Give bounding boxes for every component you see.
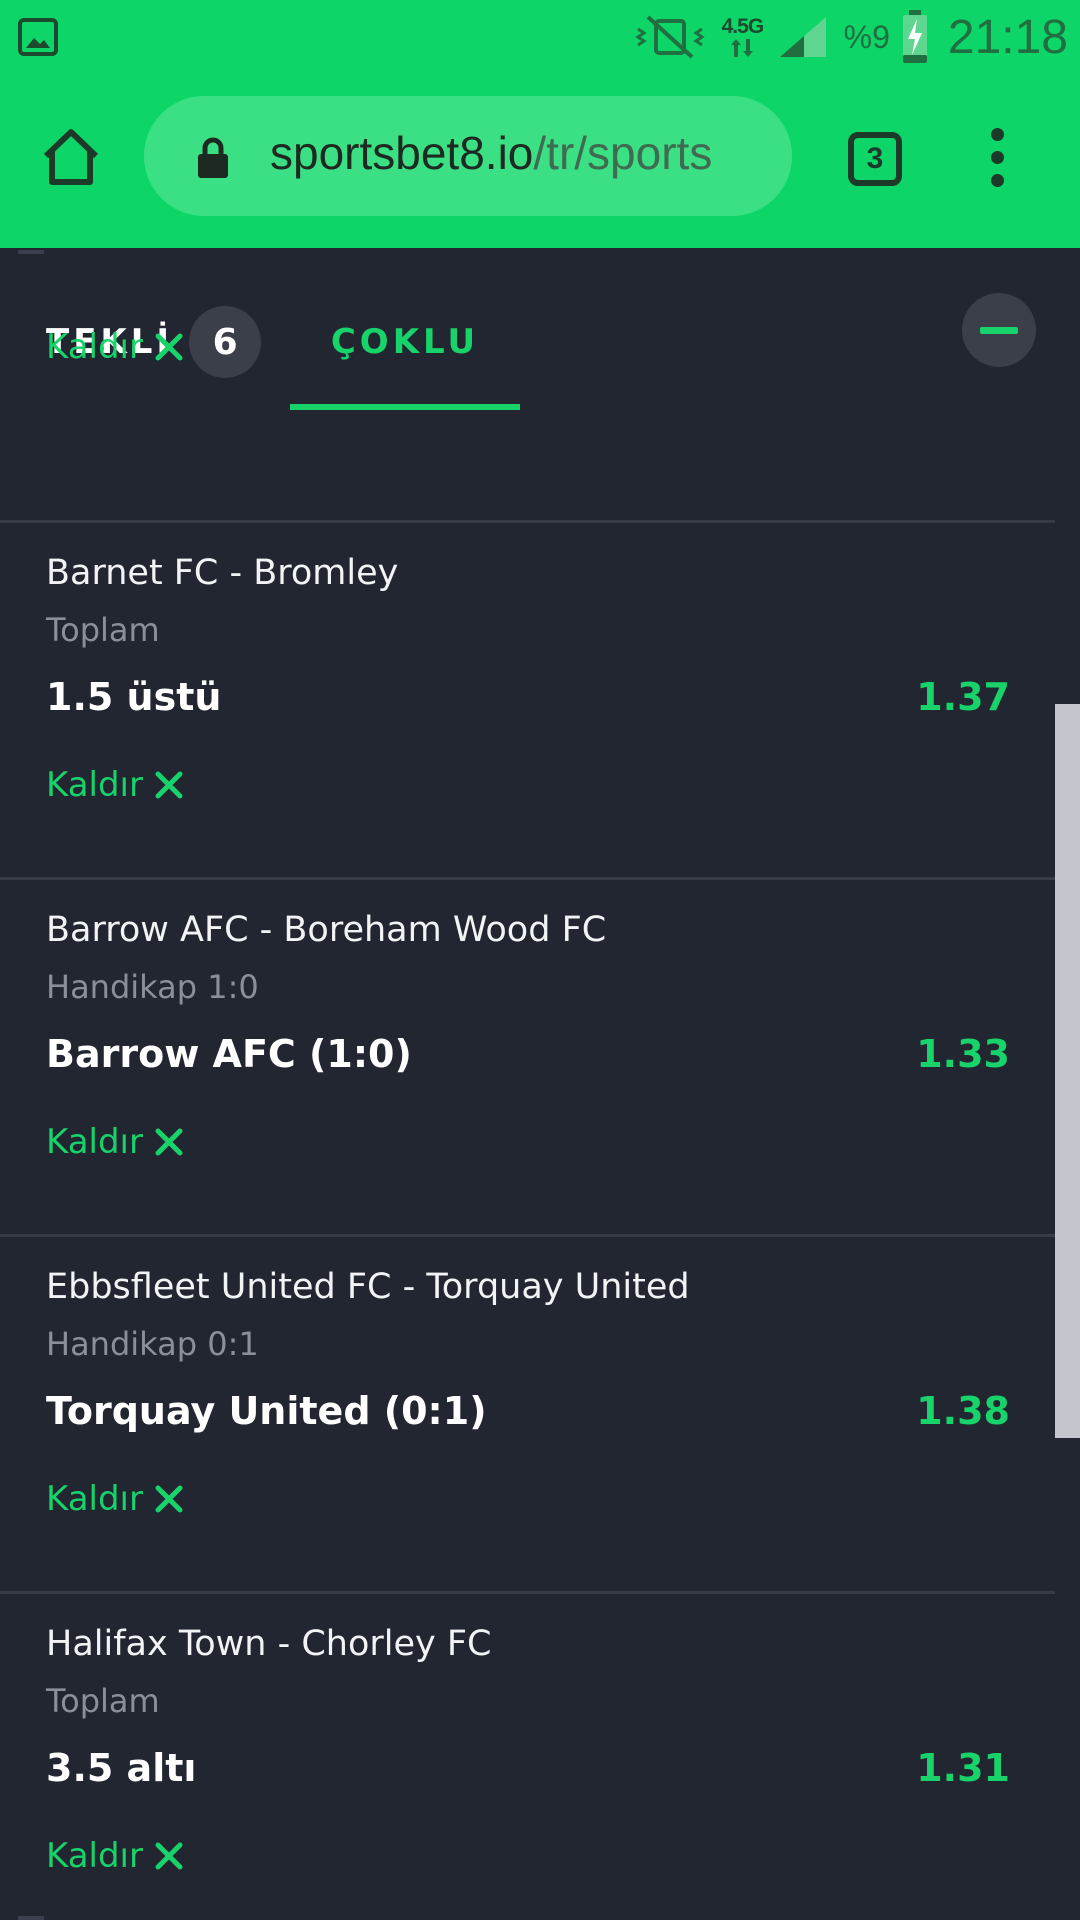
bet-selection: 1.5 üstü xyxy=(46,675,222,719)
bet-match: Halifax Town - Chorley FC xyxy=(46,1624,492,1664)
close-icon xyxy=(155,1485,183,1513)
vibrate-off-icon xyxy=(634,15,705,59)
home-icon[interactable] xyxy=(40,126,102,188)
bet-selection: 3.5 altı xyxy=(46,1746,197,1790)
battery-percent: %9 xyxy=(843,18,890,55)
bet-market: Toplam xyxy=(46,611,160,649)
remove-label: Kaldır xyxy=(46,327,143,367)
minus-icon xyxy=(980,326,1018,334)
remove-link[interactable]: Kaldır xyxy=(46,327,183,367)
bet-odds: 1.38 xyxy=(916,1389,1010,1433)
gallery-icon xyxy=(18,18,58,56)
close-icon xyxy=(155,1128,183,1156)
bet-market: Toplam xyxy=(46,1682,160,1720)
url-text[interactable]: sportsbet8.io/tr/sports xyxy=(270,126,712,180)
remove-link[interactable]: Kaldır xyxy=(46,765,183,805)
battery-charging-icon xyxy=(902,10,927,63)
divider xyxy=(18,1916,44,1920)
single-count-badge: 6 xyxy=(189,306,262,378)
remove-label: Kaldır xyxy=(46,1479,143,1519)
bet-odds: 1.37 xyxy=(916,675,1010,719)
browser-toolbar: sportsbet8.io/tr/sports 3 xyxy=(0,74,1080,248)
clock: 21:18 xyxy=(947,10,1068,64)
collapse-button[interactable] xyxy=(962,293,1036,367)
bet-item: Barrow AFC - Boreham Wood FC Handikap 1:… xyxy=(0,877,1055,1234)
scrollbar[interactable] xyxy=(1055,704,1080,1438)
remove-link[interactable]: Kaldır xyxy=(46,1122,183,1162)
remove-label: Kaldır xyxy=(46,765,143,805)
tab-switcher-button[interactable]: 3 xyxy=(848,132,902,186)
network-arrows-icon xyxy=(730,39,753,57)
remove-link[interactable]: Kaldır xyxy=(46,1836,183,1876)
status-bar: 4.5G %9 21:18 xyxy=(0,0,1080,74)
bet-selection: Torquay United (0:1) xyxy=(46,1389,487,1433)
bet-selection: Barrow AFC (1:0) xyxy=(46,1032,412,1076)
overflow-menu-icon[interactable] xyxy=(982,128,1012,192)
remove-label: Kaldır xyxy=(46,1836,143,1876)
tab-multi[interactable]: ÇOKLU xyxy=(290,304,520,380)
address-bar[interactable]: sportsbet8.io/tr/sports xyxy=(144,96,792,216)
remove-label: Kaldır xyxy=(46,1122,143,1162)
bet-item: Ebbsfleet United FC - Torquay United Han… xyxy=(0,1234,1055,1591)
network-indicator: 4.5G xyxy=(716,9,768,65)
bet-odds: 1.31 xyxy=(916,1746,1010,1790)
bet-match: Barrow AFC - Boreham Wood FC xyxy=(46,910,607,950)
active-tab-indicator xyxy=(290,404,520,410)
url-host: sportsbet8.io xyxy=(270,127,534,179)
close-icon xyxy=(155,771,183,799)
close-icon xyxy=(155,1842,183,1870)
bet-item: Barnet FC - Bromley Toplam 1.5 üstü 1.37… xyxy=(0,520,1055,877)
bet-market: Handikap 0:1 xyxy=(46,1325,259,1363)
app-screen: 4.5G %9 21:18 sportsbet8.io/tr/sports 3 … xyxy=(0,0,1080,1920)
bet-item: Halifax Town - Chorley FC Toplam 3.5 alt… xyxy=(0,1591,1055,1920)
bet-match: Ebbsfleet United FC - Torquay United xyxy=(46,1267,690,1307)
close-icon xyxy=(155,333,183,361)
network-type: 4.5G xyxy=(721,15,765,38)
bet-odds: 1.33 xyxy=(916,1032,1010,1076)
bet-match: Barnet FC - Bromley xyxy=(46,553,399,593)
bet-market: Handikap 1:0 xyxy=(46,968,259,1006)
bet-slip: TEKLİ 6 ÇOKLU Kaldır Barnet FC - Bromley… xyxy=(0,248,1080,1920)
url-path: /tr/sports xyxy=(533,127,713,179)
lock-icon xyxy=(198,137,228,178)
remove-link[interactable]: Kaldır xyxy=(46,1479,183,1519)
signal-icon xyxy=(779,17,826,57)
